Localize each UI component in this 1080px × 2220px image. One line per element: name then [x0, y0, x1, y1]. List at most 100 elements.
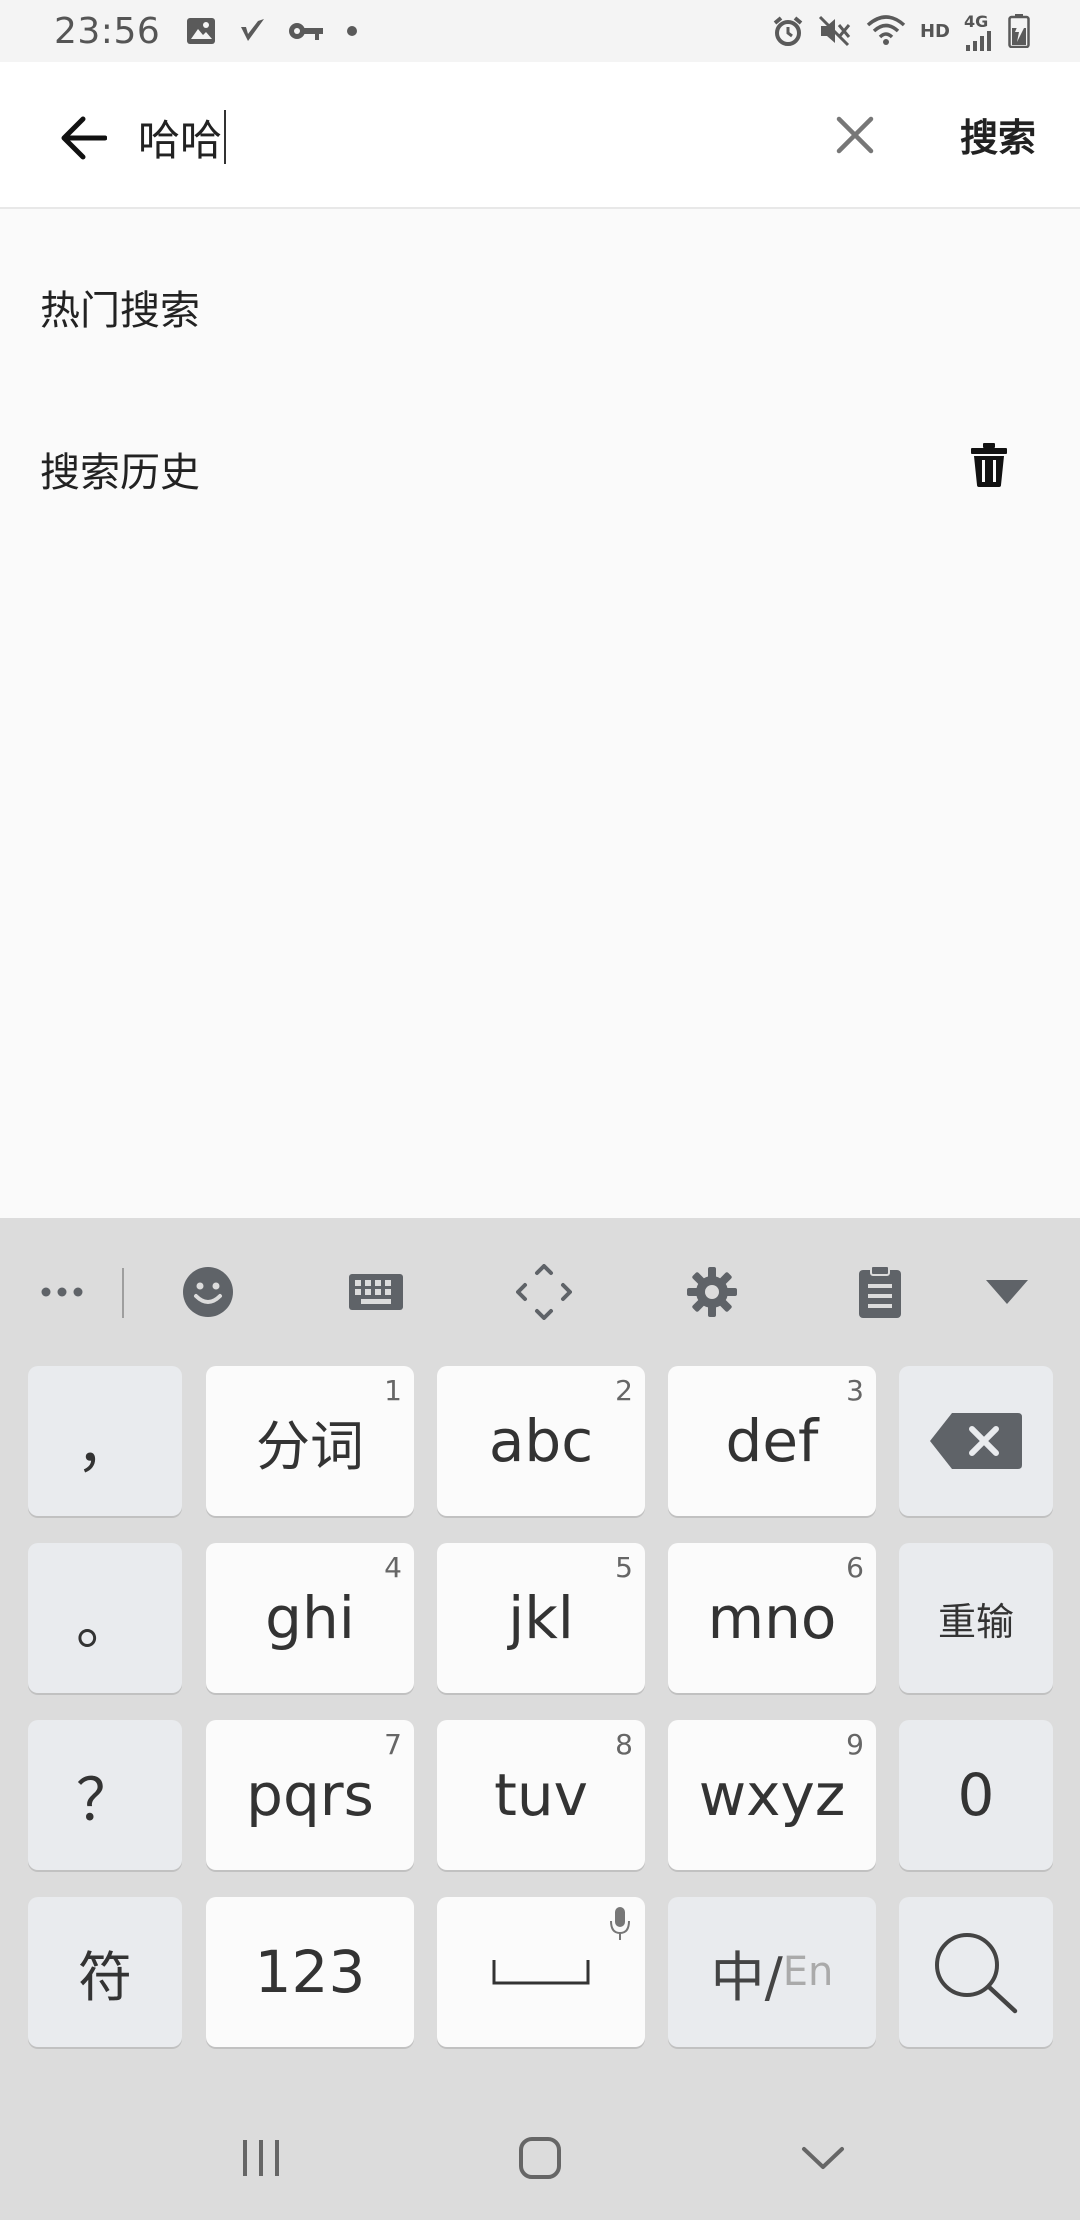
- search-icon: [935, 1933, 1018, 2014]
- image-icon: [186, 17, 216, 45]
- key-retype[interactable]: 重输: [899, 1543, 1053, 1693]
- status-time: 23:56: [54, 10, 161, 52]
- key-ghi[interactable]: ghi 4: [206, 1543, 414, 1693]
- key-abc[interactable]: abc 2: [437, 1366, 645, 1516]
- space-icon: [492, 1960, 590, 1985]
- key-label: pqrs: [246, 1761, 374, 1829]
- chevron-down-icon: [802, 2147, 844, 2169]
- key-period[interactable]: 。: [28, 1543, 182, 1693]
- key-label: jkl: [508, 1584, 574, 1652]
- status-left-icons: [186, 17, 358, 45]
- key-numbers[interactable]: 123: [206, 1897, 414, 2047]
- network-label: 4G: [964, 11, 989, 31]
- key-label: 符: [78, 1945, 132, 2009]
- key-jkl[interactable]: jkl 5: [437, 1543, 645, 1693]
- key-fenci[interactable]: 分词 1: [206, 1366, 414, 1516]
- key-label: ，: [75, 1412, 134, 1480]
- search-input-text: 哈哈: [138, 115, 223, 165]
- wifi-icon: [866, 15, 906, 47]
- key-number: 8: [615, 1728, 633, 1761]
- ime-keyboard: ， 分词 1 abc 2 def 3 。 ghi 4 jkl 5 mno 6 重…: [0, 1218, 1080, 2220]
- search-history-title: 搜索历史: [40, 450, 200, 496]
- key-question[interactable]: ？: [28, 1720, 182, 1870]
- key-label: tuv: [494, 1761, 588, 1829]
- search-input[interactable]: 哈哈: [138, 102, 778, 172]
- key-label: 0: [957, 1761, 995, 1829]
- key-comma[interactable]: ，: [28, 1366, 182, 1516]
- key-label: def: [725, 1407, 819, 1475]
- key-mno[interactable]: mno 6: [668, 1543, 876, 1693]
- settings-button[interactable]: [682, 1262, 742, 1322]
- status-bar: 23:56 HD 4G: [0, 0, 1080, 62]
- microphone-icon: [610, 1907, 630, 1940]
- key-wxyz[interactable]: wxyz 9: [668, 1720, 876, 1870]
- key-number: 1: [384, 1374, 402, 1407]
- clipboard-button[interactable]: [850, 1262, 910, 1322]
- hot-search-title: 热门搜索: [40, 288, 200, 334]
- search-submit-button[interactable]: 搜索: [960, 104, 1036, 164]
- recent-apps-button[interactable]: [228, 2130, 294, 2186]
- keyboard-icon: [349, 1274, 403, 1310]
- key-number: 4: [384, 1551, 402, 1584]
- keyboard-toolbar: [0, 1218, 1080, 1366]
- text-caret: [224, 110, 227, 164]
- check-icon: [238, 17, 266, 45]
- key-label: 。: [75, 1589, 134, 1657]
- hd-label: HD: [919, 20, 950, 42]
- battery-icon: [1008, 14, 1030, 48]
- emoji-icon: [183, 1267, 233, 1317]
- lang-secondary-label: En: [782, 1949, 834, 1995]
- lang-primary-label: 中/: [710, 1945, 783, 2009]
- alarm-icon: [772, 15, 804, 47]
- trash-icon: [971, 443, 1007, 487]
- key-zero[interactable]: 0: [899, 1720, 1053, 1870]
- gear-icon: [687, 1267, 737, 1317]
- signal-icon: 4G: [964, 12, 994, 51]
- more-button[interactable]: [30, 1262, 94, 1322]
- collapse-keyboard-button[interactable]: [982, 1262, 1032, 1322]
- key-number: 5: [615, 1551, 633, 1584]
- key-search[interactable]: [899, 1897, 1053, 2047]
- recent-apps-icon: [243, 2140, 279, 2176]
- key-pqrs[interactable]: pqrs 7: [206, 1720, 414, 1870]
- back-button[interactable]: [50, 108, 116, 168]
- emoji-button[interactable]: [178, 1262, 238, 1322]
- keyboard-layout-button[interactable]: [346, 1262, 406, 1322]
- key-label: abc: [488, 1407, 594, 1475]
- key-number: 7: [384, 1728, 402, 1761]
- mute-icon: [818, 15, 852, 47]
- cursor-move-icon: [516, 1264, 572, 1320]
- dot-icon: [346, 25, 358, 37]
- home-button[interactable]: [507, 2130, 573, 2186]
- clear-button[interactable]: [830, 110, 880, 160]
- clear-history-button[interactable]: [966, 440, 1012, 490]
- home-icon: [519, 2137, 561, 2179]
- search-header: 哈哈 搜索: [0, 62, 1080, 209]
- close-icon: [836, 116, 874, 154]
- key-backspace[interactable]: [899, 1366, 1053, 1516]
- clipboard-icon: [859, 1266, 901, 1318]
- key-label: ？: [75, 1766, 134, 1834]
- key-language-switch[interactable]: 中/En: [668, 1897, 876, 2047]
- collapse-icon: [986, 1280, 1028, 1304]
- key-number: 9: [846, 1728, 864, 1761]
- key-space[interactable]: [437, 1897, 645, 2047]
- key-label: ghi: [265, 1584, 355, 1652]
- backspace-icon: [930, 1413, 1022, 1469]
- key-tuv[interactable]: tuv 8: [437, 1720, 645, 1870]
- key-label: 分词: [256, 1414, 364, 1478]
- key-def[interactable]: def 3: [668, 1366, 876, 1516]
- key-label: 123: [254, 1938, 366, 2006]
- status-right-icons: HD 4G: [772, 12, 1030, 51]
- hide-keyboard-button[interactable]: [790, 2130, 856, 2186]
- key-number: 3: [846, 1374, 864, 1407]
- cursor-move-button[interactable]: [514, 1262, 574, 1322]
- key-label: 重输: [937, 1599, 1014, 1644]
- key-symbols[interactable]: 符: [28, 1897, 182, 2047]
- key-label: wxyz: [698, 1761, 846, 1829]
- more-icon: [41, 1287, 83, 1297]
- toolbar-divider: [122, 1268, 124, 1318]
- key-number: 2: [615, 1374, 633, 1407]
- key-icon: [288, 19, 324, 43]
- key-number: 6: [846, 1551, 864, 1584]
